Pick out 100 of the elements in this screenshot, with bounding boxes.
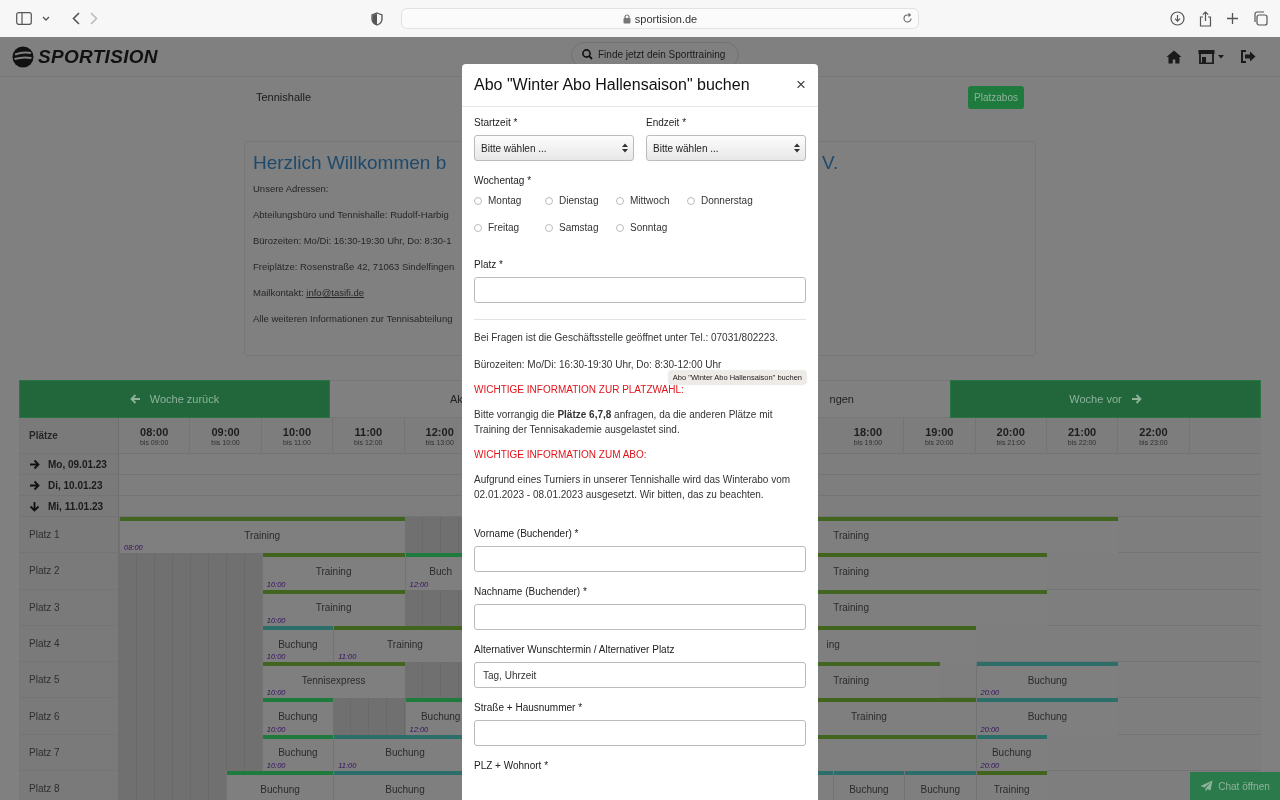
reload-icon[interactable] — [902, 13, 913, 24]
booking-label: Training — [315, 565, 352, 577]
hour-label: 09:00 — [211, 426, 240, 438]
booking-label: Buchung — [278, 747, 318, 759]
field-label: Straße + Hausnummer * — [474, 702, 584, 713]
back-icon[interactable] — [72, 12, 80, 25]
booking-label: Training — [833, 529, 869, 541]
court-label: Platz 4 — [19, 625, 119, 663]
court-label: Platz 8 — [19, 771, 119, 800]
booking-slot[interactable]: Buchung — [226, 771, 334, 800]
radio-button[interactable] — [616, 196, 624, 205]
logo-emblem-icon — [12, 45, 34, 68]
court-label: Platz 2 — [19, 553, 119, 590]
text-input[interactable] — [474, 720, 806, 746]
radio-label[interactable]: Freitag — [488, 222, 520, 233]
booking-label: Training — [833, 674, 869, 686]
booking-label: ing — [826, 638, 840, 650]
home-icon[interactable] — [1166, 49, 1182, 64]
field-label: Endzeit * — [646, 117, 688, 128]
warning-heading: WICHTIGE INFORMATION ZUR PLATZWAHL: — [474, 384, 685, 395]
court-label: Platz 5 — [19, 662, 119, 699]
previous-week-button[interactable]: Woche zurück — [19, 380, 330, 418]
info-text: Bitte vorrangig die Plätze 6,7,8 anfragen, da die anderen Plätze mit Training der Tennisakademie ausgelastet sind. — [474, 408, 774, 437]
radio-label[interactable]: Samstag — [559, 222, 599, 233]
radio-button[interactable] — [545, 223, 553, 232]
radio-label[interactable]: Dienstag — [559, 195, 599, 206]
address-line: Abteilungsbüro und Tennishalle: Rudolf-Harbig — [253, 209, 450, 220]
time-select[interactable]: Bitte wählen ... — [474, 135, 634, 161]
hour-label: 21:00 — [1068, 426, 1097, 438]
radio-button[interactable] — [616, 223, 624, 232]
mail-link[interactable]: info@tasifi.de — [306, 287, 365, 298]
radio-label[interactable]: Donnerstag — [701, 195, 753, 206]
booking-slot[interactable]: Training — [975, 771, 1047, 800]
tabs-overview-icon[interactable] — [1253, 11, 1268, 26]
share-icon[interactable] — [1199, 10, 1212, 27]
booking-label: Buchung — [1027, 674, 1068, 686]
booking-label: Buchung — [920, 783, 961, 795]
booking-label: Training — [387, 638, 423, 650]
new-tab-icon[interactable] — [1226, 12, 1239, 25]
hour-label: 22:00 — [1139, 426, 1168, 438]
field-label: Wochentag * — [474, 175, 533, 186]
nav-text[interactable]: Ak — [450, 393, 463, 405]
booking-label: Training — [851, 711, 887, 723]
logout-icon[interactable] — [1240, 50, 1256, 63]
radio-label[interactable]: Mittwoch — [630, 195, 670, 206]
hour-label: 19:00 — [925, 426, 954, 438]
booking-slot[interactable]: Buchung — [832, 771, 905, 800]
url-text: sportision.de — [634, 12, 698, 25]
booking-label: Buchung — [385, 747, 425, 759]
booking-slot[interactable]: Buchung — [904, 771, 976, 800]
radio-button[interactable] — [687, 196, 695, 205]
radio-label[interactable]: Montag — [488, 195, 522, 206]
day-toggle[interactable]: Mo, 09.01.23 — [19, 454, 119, 475]
nav-text[interactable]: ngen — [829, 393, 854, 405]
unavailable-slot — [333, 698, 405, 735]
day-toggle[interactable]: Mi, 11.01.23 — [19, 496, 119, 517]
venue-title: Tennishalle — [256, 91, 312, 103]
booking-label: Training — [833, 565, 869, 577]
next-week-button[interactable]: Woche vor — [950, 380, 1261, 418]
address-line: Freiplätze: Rosenstraße 42, 71063 Sindelfingen — [253, 261, 456, 272]
text-input[interactable] — [474, 546, 806, 572]
sidebar-icon[interactable] — [16, 12, 32, 25]
close-button[interactable]: × — [796, 75, 806, 95]
text-input[interactable]: Tag, Uhrzeit — [474, 662, 806, 688]
search-icon — [582, 49, 593, 60]
field-label: Nachname (Buchender) * — [474, 586, 588, 597]
radio-button[interactable] — [474, 196, 482, 205]
info-text: Aufgrund eines Turniers in unserer Tennishalle wird das Winterabo vom 02.01.2023 - 08.01.2023 ausgesetzt. Wir bitten, das zu beachten. — [474, 473, 792, 502]
address-line: Mailkontakt: info@tasifi.de — [253, 287, 366, 298]
radio-label[interactable]: Sonntag — [630, 222, 668, 233]
booking-label: Buchung — [849, 783, 889, 795]
day-toggle[interactable]: Di, 10.01.23 — [19, 475, 119, 496]
chevron-down-icon[interactable] — [42, 15, 50, 22]
hour-label: 08:00 — [140, 426, 169, 438]
download-icon[interactable] — [1170, 11, 1185, 26]
court-label: Platz 6 — [19, 698, 119, 735]
text-input[interactable] — [474, 277, 806, 303]
chat-button[interactable]: Chat öffnen — [1190, 772, 1280, 800]
booking-label: Buchung — [420, 711, 461, 723]
radio-button[interactable] — [474, 223, 482, 232]
subscriptions-button[interactable]: Platzabos — [968, 85, 1024, 109]
booking-label: Training — [244, 529, 281, 541]
hour-label: 20:00 — [996, 426, 1025, 438]
booking-label: Buchung — [1027, 711, 1068, 723]
welcome-heading: Herzlich Willkommen b — [253, 152, 448, 174]
address-bar[interactable]: sportision.de — [401, 8, 919, 29]
address-line: Unsere Adressen: — [253, 183, 330, 194]
address-line: Bürozeiten: Mo/Di: 16:30-19:30 Uhr, Do: 8:30-1 — [253, 235, 453, 246]
warning-heading: WICHTIGE INFORMATION ZUM ABO: — [474, 449, 648, 460]
booking-label: Buchung — [260, 783, 300, 795]
shop-icon[interactable] — [1198, 49, 1215, 64]
time-select[interactable]: Bitte wählen ... — [646, 135, 806, 161]
radio-button[interactable] — [545, 196, 553, 205]
shield-icon[interactable] — [371, 11, 383, 26]
caret-icon[interactable] — [1218, 54, 1224, 59]
updown-caret-icon — [622, 143, 628, 153]
logo[interactable]: SPORTISION — [12, 45, 158, 68]
field-label: Vorname (Buchender) * — [474, 528, 580, 539]
booking-label: Tennisexpress — [301, 674, 366, 686]
text-input[interactable] — [474, 604, 806, 630]
